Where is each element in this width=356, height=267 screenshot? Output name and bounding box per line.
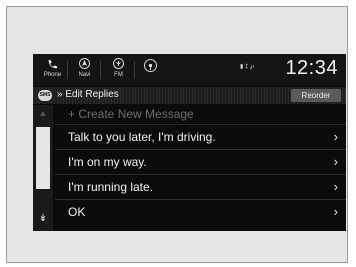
- navigation-icon: [71, 56, 98, 72]
- navi-label: Navi: [78, 72, 91, 78]
- fm-button[interactable]: FM: [105, 56, 132, 83]
- infotainment-screen: Phone Navi FM ▮ ‡ ℘ 12:34 SMS » Edit Rep…: [33, 54, 346, 231]
- list-item-label: Talk to you later, I'm driving.: [68, 130, 216, 144]
- reorder-button[interactable]: Reorder: [291, 89, 341, 102]
- create-new-message-item[interactable]: + Create New Message: [55, 105, 346, 125]
- fm-label: FM: [114, 72, 123, 78]
- list-item-label: I'm on my way.: [68, 155, 147, 169]
- phone-label: Phone: [43, 72, 62, 78]
- list-item[interactable]: Talk to you later, I'm driving. ›: [55, 125, 346, 150]
- media-button[interactable]: [137, 56, 164, 83]
- navi-button[interactable]: Navi: [71, 56, 98, 83]
- list-item[interactable]: I'm running late. ›: [55, 175, 346, 200]
- list-item[interactable]: OK ›: [55, 200, 346, 225]
- clock: 12:34: [285, 57, 338, 79]
- scroll-down-icon[interactable]: ↡: [37, 212, 49, 226]
- phone-button[interactable]: Phone: [39, 56, 66, 83]
- list-item[interactable]: I'm on my way. ›: [55, 150, 346, 175]
- divider: [67, 61, 68, 79]
- phone-icon: [39, 56, 66, 72]
- scrollbar[interactable]: ▲ ↡: [33, 105, 53, 231]
- list-item-label: I'm running late.: [68, 180, 154, 194]
- replies-list: + Create New Message Talk to you later, …: [55, 105, 346, 231]
- divider: [100, 61, 101, 79]
- media-icon: [137, 56, 164, 72]
- sms-icon: SMS: [38, 90, 52, 101]
- scroll-up-icon[interactable]: ▲: [37, 108, 49, 119]
- page-header: SMS » Edit Replies Reorder: [33, 87, 346, 104]
- radio-icon: [105, 56, 132, 72]
- create-new-message-label: + Create New Message: [68, 107, 194, 121]
- figure-frame: Phone Navi FM ▮ ‡ ℘ 12:34 SMS » Edit Rep…: [6, 6, 348, 263]
- chevron-right-icon: ›: [333, 129, 338, 144]
- divider: [134, 61, 135, 79]
- breadcrumb[interactable]: » Edit Replies: [57, 89, 119, 100]
- status-indicators: ▮ ‡ ℘: [240, 63, 254, 70]
- status-icons: ▮ ‡ ℘: [240, 64, 255, 70]
- scroll-thumb[interactable]: [36, 127, 50, 189]
- chevron-right-icon: ›: [333, 204, 338, 219]
- chevron-right-icon: ›: [333, 179, 338, 194]
- top-bar: Phone Navi FM ▮ ‡ ℘ 12:34: [33, 54, 346, 86]
- chevron-right-icon: ›: [333, 154, 338, 169]
- list-item-label: OK: [68, 205, 86, 219]
